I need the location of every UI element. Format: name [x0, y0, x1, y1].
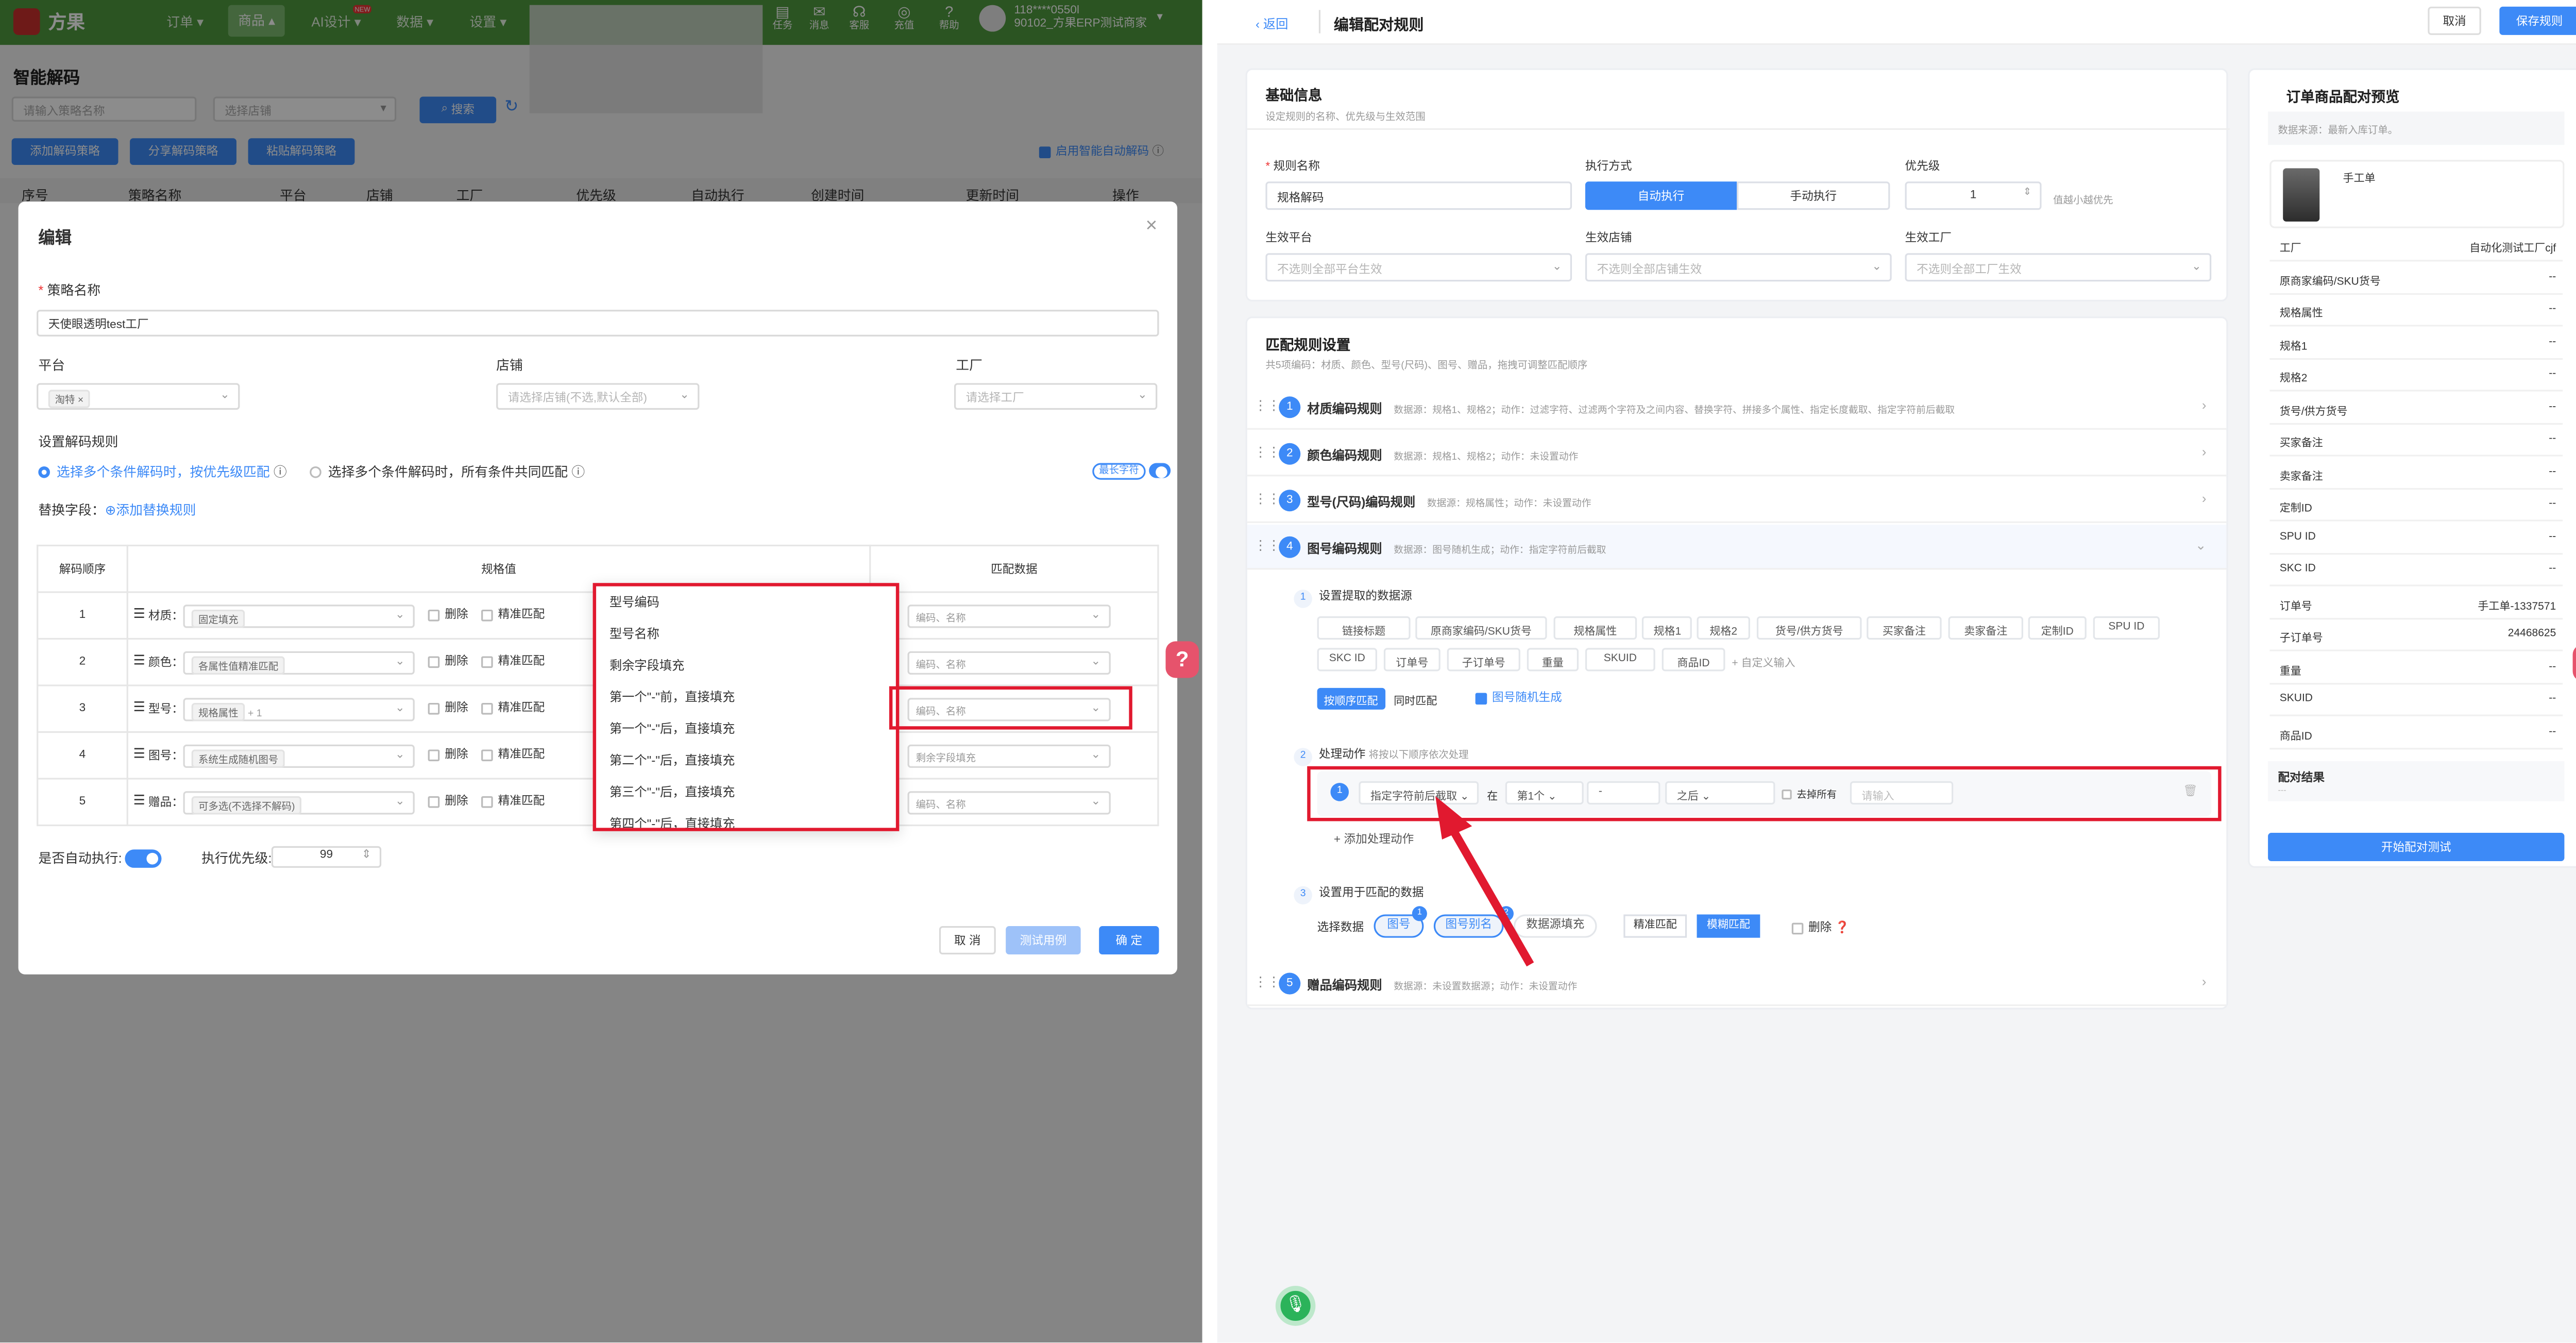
annotation-arrow [1435, 796, 1534, 967]
arrow-shaft [1443, 817, 1534, 967]
arrow-head [1435, 796, 1472, 840]
